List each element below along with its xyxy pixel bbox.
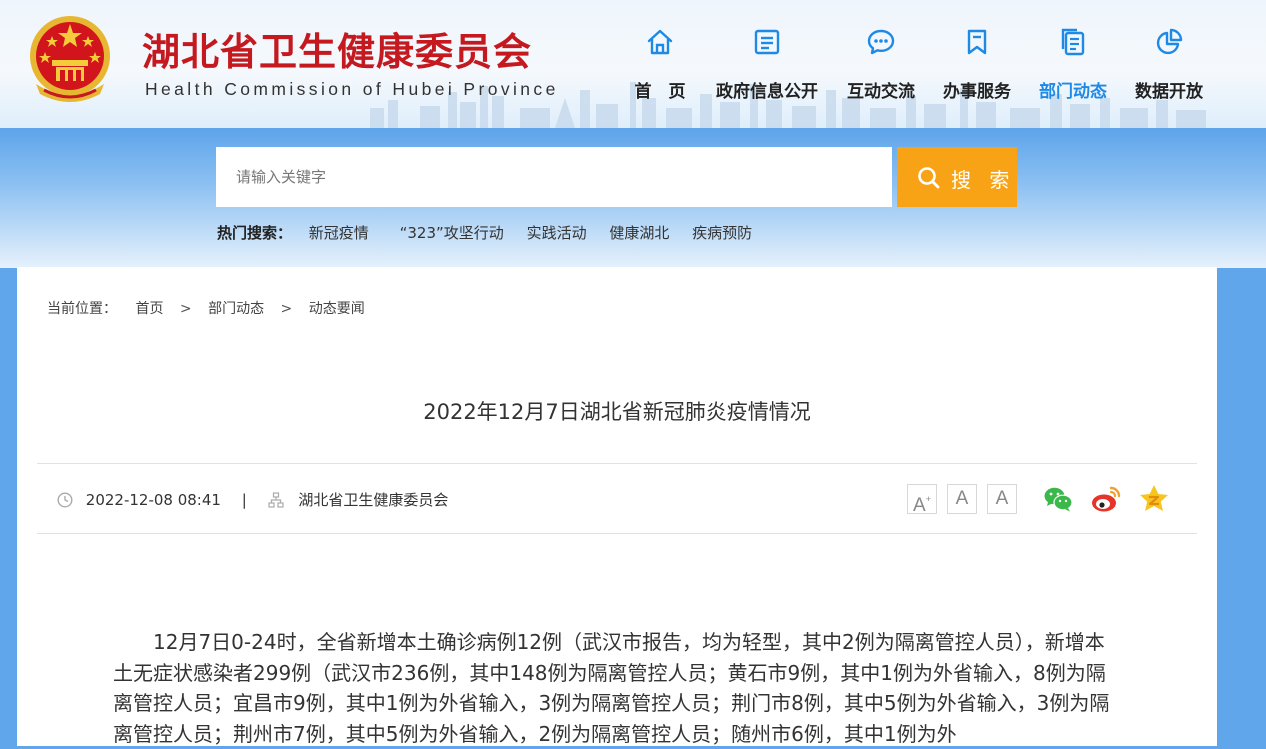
- hot-search: 热门搜索： 新冠疫情 “323”攻坚行动 实践活动 健康湖北 疾病预防: [217, 222, 770, 243]
- article-body: 12月7日0-24时，全省新增本土确诊病例12例（武汉市报告，均为轻型，其中2例…: [113, 630, 1110, 746]
- meta-divider-line: [37, 533, 1197, 534]
- breadcrumb-link-home[interactable]: 首页: [135, 301, 163, 317]
- font-larger-label: A: [913, 495, 926, 516]
- search-button-label: 搜 索: [951, 168, 1016, 192]
- hot-term-link[interactable]: “323”攻坚行动: [400, 224, 504, 242]
- breadcrumb-separator: >: [280, 301, 293, 317]
- nav-label: 数据开放: [1135, 82, 1203, 102]
- nav-label: 互动交流: [847, 82, 915, 102]
- site-subtitle: Health Commission of Hubei Province: [145, 79, 559, 99]
- search-button[interactable]: 搜 索: [897, 147, 1017, 207]
- breadcrumb: 当前位置： 首页 > 部门动态 > 动态要闻: [47, 298, 365, 318]
- chat-bubble-icon: [867, 29, 895, 55]
- breadcrumb-separator: >: [179, 301, 192, 317]
- hot-term-link[interactable]: 健康湖北: [609, 224, 669, 242]
- breadcrumb-link-key-news[interactable]: 动态要闻: [309, 301, 365, 317]
- nav-label: 首 页: [634, 82, 686, 102]
- font-medium-button[interactable]: A: [947, 484, 977, 514]
- site-title[interactable]: 湖北省卫生健康委员会: [142, 21, 532, 76]
- document-list-icon: [754, 29, 780, 55]
- qzone-icon[interactable]: [1138, 483, 1170, 515]
- national-emblem-logo: [30, 16, 110, 102]
- breadcrumb-label: 当前位置：: [47, 301, 117, 317]
- font-medium-label: A: [955, 488, 969, 509]
- article-meta: 2022-12-08 08:41 | 湖北省卫生健康委员会: [57, 489, 448, 511]
- hot-term-link[interactable]: 新冠疫情: [309, 224, 369, 242]
- home-icon: [647, 29, 673, 55]
- nav-label: 办事服务: [943, 82, 1011, 102]
- font-larger-button[interactable]: A+: [907, 484, 937, 516]
- article-source: 湖北省卫生健康委员会: [298, 491, 449, 509]
- article-title: 2022年12月7日湖北省新冠肺炎疫情情况: [423, 400, 811, 424]
- font-default-label: A: [995, 488, 1009, 509]
- hot-term-link[interactable]: 疾病预防: [692, 224, 752, 242]
- news-copy-icon: [1061, 28, 1085, 56]
- hot-term-link[interactable]: 实践活动: [527, 224, 587, 242]
- nav-item-home[interactable]: 首 页: [605, 0, 715, 128]
- publish-date: 2022-12-08 08:41: [85, 491, 221, 509]
- hot-search-label: 热门搜索：: [217, 224, 293, 242]
- site-header: 湖北省卫生健康委员会 Health Commission of Hubei Pr…: [0, 0, 1266, 128]
- pie-chart-icon: [1156, 28, 1183, 55]
- nav-item-services[interactable]: 办事服务: [922, 0, 1032, 128]
- nav-item-interaction[interactable]: 互动交流: [826, 0, 936, 128]
- title-divider: [37, 463, 1197, 464]
- clock-icon: [57, 492, 73, 508]
- article-panel: 当前位置： 首页 > 部门动态 > 动态要闻 2022年12月7日湖北省新冠肺炎…: [17, 267, 1217, 746]
- wechat-icon[interactable]: [1042, 483, 1074, 515]
- bookmark-icon: [967, 29, 987, 55]
- nav-item-open-data[interactable]: 数据开放: [1114, 0, 1224, 128]
- search-input[interactable]: [216, 147, 892, 207]
- search-icon: [918, 167, 940, 189]
- weibo-icon[interactable]: [1090, 483, 1122, 515]
- org-structure-icon: [267, 492, 284, 508]
- font-default-button[interactable]: A: [987, 484, 1017, 514]
- breadcrumb-link-dept-news[interactable]: 部门动态: [208, 301, 264, 317]
- nav-item-dept-news[interactable]: 部门动态: [1018, 0, 1128, 128]
- nav-item-gov-info[interactable]: 政府信息公开: [712, 0, 822, 128]
- meta-divider: |: [241, 491, 247, 509]
- nav-label: 政府信息公开: [716, 82, 818, 102]
- font-larger-plus: +: [925, 494, 931, 504]
- nav-label: 部门动态: [1039, 82, 1107, 102]
